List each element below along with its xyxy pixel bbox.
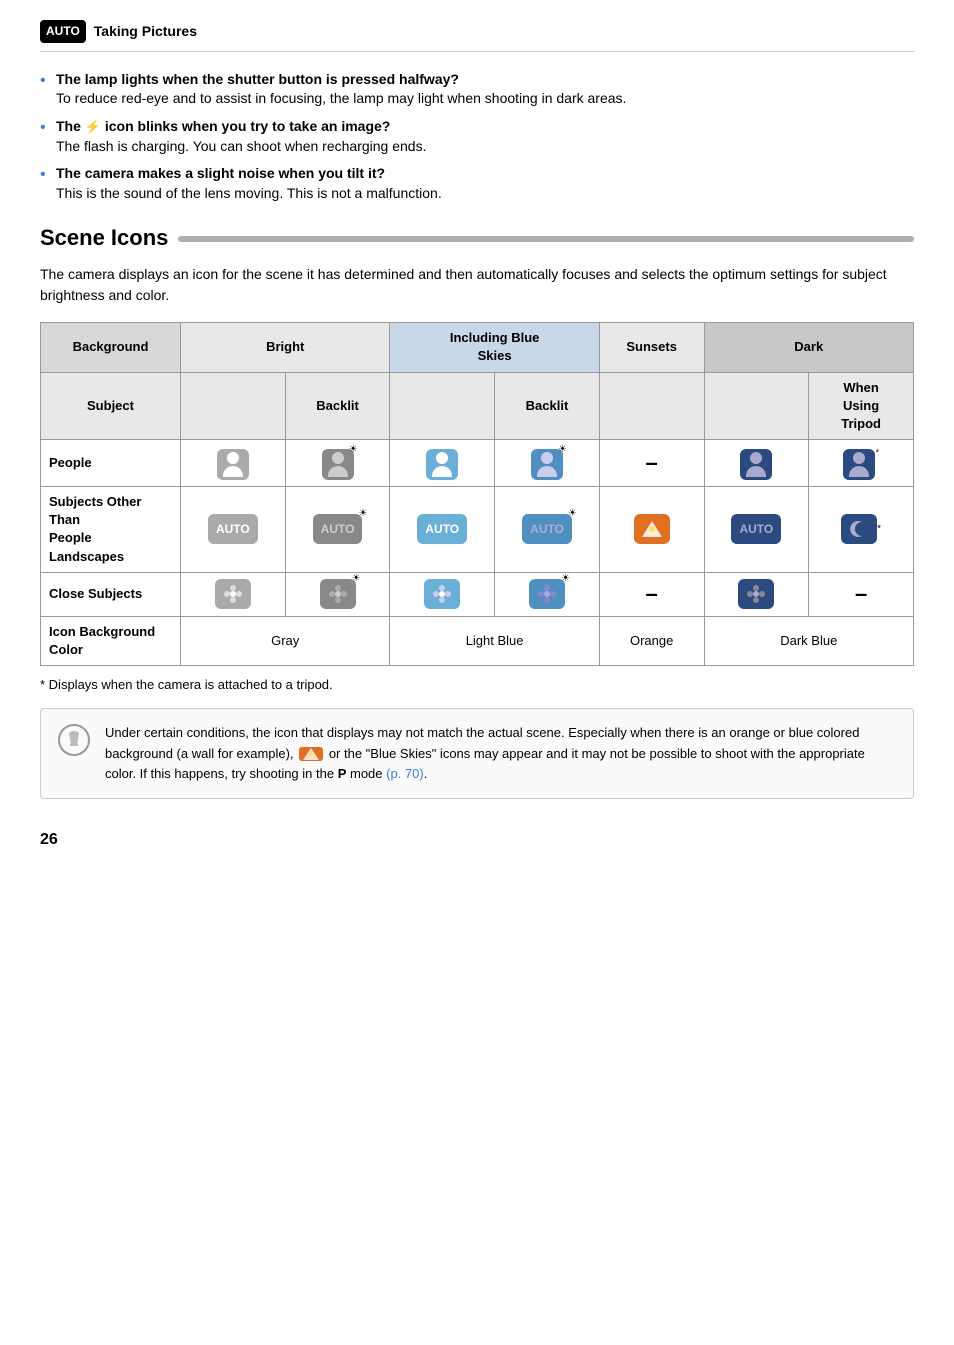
bullet-2-bold: The ⚡ icon blinks when you try to take a… bbox=[56, 117, 914, 137]
sub-header-empty3 bbox=[599, 372, 704, 440]
cell-close-bright-backlit: ☀ bbox=[285, 572, 390, 616]
cell-bg-orange: Orange bbox=[599, 616, 704, 665]
bullet-1-text: To reduce red-eye and to assist in focus… bbox=[56, 90, 626, 106]
note-icon bbox=[57, 723, 91, 767]
sub-header-empty2 bbox=[390, 372, 495, 440]
cell-subjects-bright: AUTO bbox=[181, 487, 286, 573]
section-description: The camera displays an icon for the scen… bbox=[40, 264, 914, 306]
col-header-dark: Dark bbox=[704, 323, 913, 372]
cell-people-dark bbox=[704, 440, 809, 487]
note-link[interactable]: (p. 70) bbox=[386, 766, 424, 781]
scene-icons-table: Background Bright Including BlueSkies Su… bbox=[40, 322, 914, 666]
col-header-sunsets: Sunsets bbox=[599, 323, 704, 372]
cell-subjects-tripod: * bbox=[809, 487, 914, 573]
header-title: Taking Pictures bbox=[94, 22, 197, 42]
table-row-bg-color: Icon Background Color Gray Light Blue Or… bbox=[41, 616, 914, 665]
cell-people-tripod: ✦ * bbox=[809, 440, 914, 487]
sub-header-subject: Subject bbox=[41, 372, 181, 440]
footnote: * Displays when the camera is attached t… bbox=[40, 676, 914, 694]
row-label-people: People bbox=[41, 440, 181, 487]
page-header: AUTO Taking Pictures bbox=[40, 20, 914, 52]
sub-header-backlit1: Backlit bbox=[285, 372, 390, 440]
bullet-2-text: The flash is charging. You can shoot whe… bbox=[56, 138, 426, 154]
cell-people-sunsets: – bbox=[599, 440, 704, 487]
bullet-list: The lamp lights when the shutter button … bbox=[40, 70, 914, 204]
row-label-bg-color: Icon Background Color bbox=[41, 616, 181, 665]
auto-badge: AUTO bbox=[40, 20, 86, 43]
row-label-subjects: Subjects Other ThanPeopleLandscapes bbox=[41, 487, 181, 573]
cell-close-sunsets: – bbox=[599, 572, 704, 616]
cell-subjects-incblue: AUTO bbox=[390, 487, 495, 573]
table-row-people: People ☀ bbox=[41, 440, 914, 487]
section-title: Scene Icons bbox=[40, 223, 914, 254]
cell-bg-lightblue: Light Blue bbox=[390, 616, 599, 665]
section-title-bar bbox=[178, 236, 914, 242]
note-text: Under certain conditions, the icon that … bbox=[105, 723, 897, 783]
sub-header-backlit2: Backlit bbox=[495, 372, 600, 440]
cell-people-bright bbox=[181, 440, 286, 487]
cell-people-bright-backlit: ☀ bbox=[285, 440, 390, 487]
cell-people-incblue-backlit: ☀ bbox=[495, 440, 600, 487]
table-row-subjects: Subjects Other ThanPeopleLandscapes AUTO… bbox=[41, 487, 914, 573]
sub-header-tripod: WhenUsingTripod bbox=[809, 372, 914, 440]
page-number: 26 bbox=[40, 829, 914, 851]
col-header-background: Background bbox=[41, 323, 181, 372]
cell-bg-darkblue: Dark Blue bbox=[704, 616, 913, 665]
bullet-item-1: The lamp lights when the shutter button … bbox=[40, 70, 914, 109]
cell-close-dark bbox=[704, 572, 809, 616]
cell-close-bright bbox=[181, 572, 286, 616]
cell-close-tripod: – bbox=[809, 572, 914, 616]
bullet-item-2: The ⚡ icon blinks when you try to take a… bbox=[40, 117, 914, 156]
cell-close-incblue-backlit: ☀ bbox=[495, 572, 600, 616]
col-header-incblue: Including BlueSkies bbox=[390, 323, 599, 372]
bullet-3-text: This is the sound of the lens moving. Th… bbox=[56, 185, 442, 201]
cell-subjects-incblue-backlit: AUTO ☀ bbox=[495, 487, 600, 573]
col-header-bright: Bright bbox=[181, 323, 390, 372]
cell-close-incblue bbox=[390, 572, 495, 616]
sub-header-empty1 bbox=[181, 372, 286, 440]
row-label-close: Close Subjects bbox=[41, 572, 181, 616]
bullet-item-3: The camera makes a slight noise when you… bbox=[40, 164, 914, 203]
cell-bg-gray: Gray bbox=[181, 616, 390, 665]
bullet-3-bold: The camera makes a slight noise when you… bbox=[56, 164, 914, 184]
cell-subjects-sunsets bbox=[599, 487, 704, 573]
cell-subjects-dark: AUTO bbox=[704, 487, 809, 573]
table-row-close: Close Subjects bbox=[41, 572, 914, 616]
bullet-1-bold: The lamp lights when the shutter button … bbox=[56, 70, 914, 90]
sub-header-empty4 bbox=[704, 372, 809, 440]
cell-subjects-bright-backlit: AUTO ☀ bbox=[285, 487, 390, 573]
note-box: Under certain conditions, the icon that … bbox=[40, 708, 914, 798]
cell-people-incblue bbox=[390, 440, 495, 487]
